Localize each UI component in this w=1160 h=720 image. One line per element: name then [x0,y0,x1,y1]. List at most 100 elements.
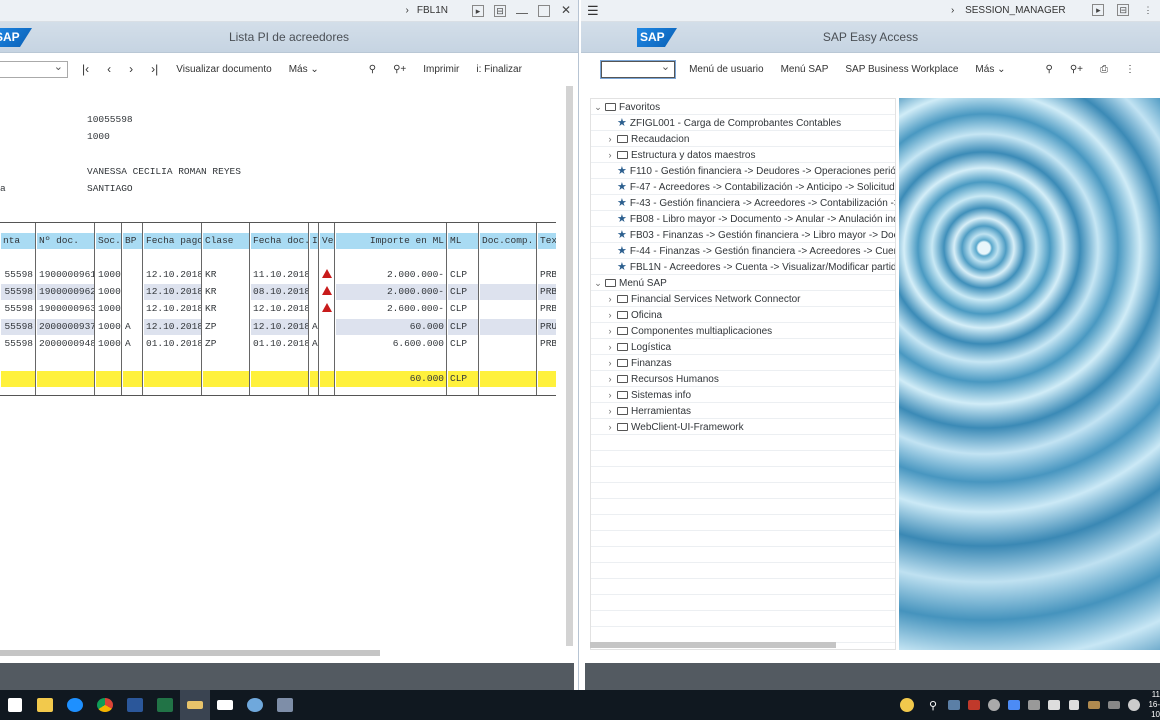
chevron-right-icon[interactable]: › [605,323,615,339]
tray-app2-icon[interactable] [1004,690,1024,720]
column-header[interactable]: I [310,233,318,249]
grid-cell[interactable]: 55598 [1,301,35,317]
chrome-icon[interactable] [90,690,120,720]
grid-cell[interactable]: A [310,336,318,352]
clock-icon[interactable] [1124,690,1144,720]
file-explorer-icon[interactable] [30,690,60,720]
tree-folder[interactable]: ⌄ Favoritos [591,99,895,115]
grid-cell[interactable]: A [123,336,142,352]
column-header[interactable]: Ve [320,233,334,249]
grid-cell[interactable] [320,336,334,352]
tree-folder[interactable]: › Recursos Humanos [591,371,895,387]
grid-cell[interactable]: 12.10.2018 [144,267,201,283]
grid-cell[interactable]: 08.10.2018 [251,284,308,301]
grid-cell[interactable]: 12.10.2018 [251,301,308,317]
total-cell[interactable]: CLP [448,371,478,387]
tree-horizontal-scrollbar[interactable] [590,642,836,648]
overdue-cell[interactable] [320,301,334,317]
chevron-right-icon[interactable]: › [406,5,409,16]
total-cell[interactable] [320,371,334,387]
grid-cell[interactable] [480,284,536,301]
save-icon[interactable] [270,690,300,720]
total-cell[interactable] [96,371,121,387]
business-workplace-button[interactable]: SAP Business Workplace [845,64,958,75]
grid-cell[interactable]: 2000000937 [37,318,94,335]
overdue-cell[interactable] [320,284,334,300]
print-icon[interactable]: ⎙ [1100,64,1108,75]
grid-cell[interactable] [123,284,142,300]
tree-folder[interactable]: › Finanzas [591,355,895,371]
grid-cell[interactable]: KR [203,284,249,300]
favorite-transaction[interactable]: ★ F-44 - Finanzas -> Gestión financiera -… [591,243,895,259]
grid-cell[interactable]: PRU [538,318,556,335]
total-cell[interactable] [538,371,556,387]
menu-icon[interactable]: ☰ [587,3,599,19]
play-icon[interactable]: ▸ [1092,4,1105,16]
help-icon[interactable] [892,690,922,720]
chevron-right-icon[interactable]: › [605,403,615,419]
previous-page-icon[interactable]: ‹ [107,62,111,76]
tray-app-icon[interactable] [964,690,984,720]
tray-chrome-icon[interactable] [984,690,1004,720]
favorite-transaction[interactable]: ★ FBL1N - Acreedores -> Cuenta -> Visuali… [591,259,895,275]
more-icon[interactable]: ⋮ [1125,64,1135,75]
grid-cell[interactable]: 1900000962 [37,284,94,301]
column-header[interactable]: Importe en ML [336,233,446,249]
grid-cell[interactable]: 2.000.000- [336,284,446,301]
grid-cell[interactable]: 12.10.2018 [144,318,201,335]
start-icon[interactable] [0,690,30,720]
grid-cell[interactable]: PRB [538,284,556,301]
chevron-right-icon[interactable]: › [605,147,615,163]
mail-icon[interactable] [210,690,240,720]
volume-icon[interactable] [1064,690,1084,720]
customize-icon[interactable]: ⊟ [1117,4,1130,16]
grid-cell[interactable] [480,336,536,352]
sync-icon[interactable] [1024,690,1044,720]
grid-cell[interactable] [480,267,536,283]
chevron-right-icon[interactable]: › [605,307,615,323]
search-plus-icon[interactable]: ⚲+ [1070,64,1083,75]
customize-icon[interactable]: ⊟ [494,4,506,17]
wifi-icon[interactable] [1044,690,1064,720]
grid-cell[interactable]: CLP [448,284,478,301]
search-plus-icon[interactable]: ⚲+ [393,64,406,75]
grid-cell[interactable]: 55598 [1,318,35,335]
grid-cell[interactable]: 1900000961 [37,267,94,283]
total-cell[interactable] [480,371,536,387]
grid-cell[interactable]: CLP [448,318,478,335]
excel-icon[interactable] [150,690,180,720]
people-icon[interactable]: ⚲ [922,690,944,720]
grid-cell[interactable]: ZP [203,319,249,335]
column-header[interactable]: Doc.comp. [480,233,536,249]
grid-cell[interactable]: 12.10.2018 [144,284,201,301]
grid-cell[interactable]: 12.10.2018 [144,301,201,317]
grid-cell[interactable] [480,318,536,335]
chevron-right-icon[interactable]: › [605,339,615,355]
column-header[interactable]: Tex [538,233,556,249]
total-cell[interactable] [251,371,308,387]
overdue-cell[interactable] [320,267,334,283]
grid-cell[interactable]: A [310,319,318,335]
tree-folder[interactable]: › Componentes multiaplicaciones [591,323,895,339]
column-header[interactable]: BP [123,233,142,249]
tree-folder[interactable]: › WebClient-UI-Framework [591,419,895,435]
mas-menu-button[interactable]: Más ⌄ [975,64,1005,75]
command-field[interactable] [0,60,68,78]
chevron-down-icon[interactable]: ⌄ [593,99,603,115]
grid-cell[interactable]: 1900000963 [37,301,94,317]
grid-cell[interactable]: 12.10.2018 [251,318,308,335]
grid-cell[interactable]: 2.000.000- [336,267,446,283]
chevron-right-icon[interactable]: › [951,5,954,16]
grid-cell[interactable]: 6.600.000 [336,336,446,352]
favorite-transaction[interactable]: ★ F-47 - Acreedores -> Contabilización ->… [591,179,895,195]
grid-cell[interactable]: KR [203,301,249,317]
tree-folder[interactable]: › Recaudacion [591,131,895,147]
grid-cell[interactable]: 1000 [96,267,121,283]
grid-cell[interactable]: CLP [448,267,478,283]
grid-cell[interactable]: PRB [538,301,556,317]
network-icon[interactable] [944,690,964,720]
grid-cell[interactable]: 55598 [1,336,35,352]
vertical-scrollbar[interactable] [566,86,573,646]
column-header[interactable]: ML [448,233,478,249]
total-cell[interactable] [123,371,142,387]
